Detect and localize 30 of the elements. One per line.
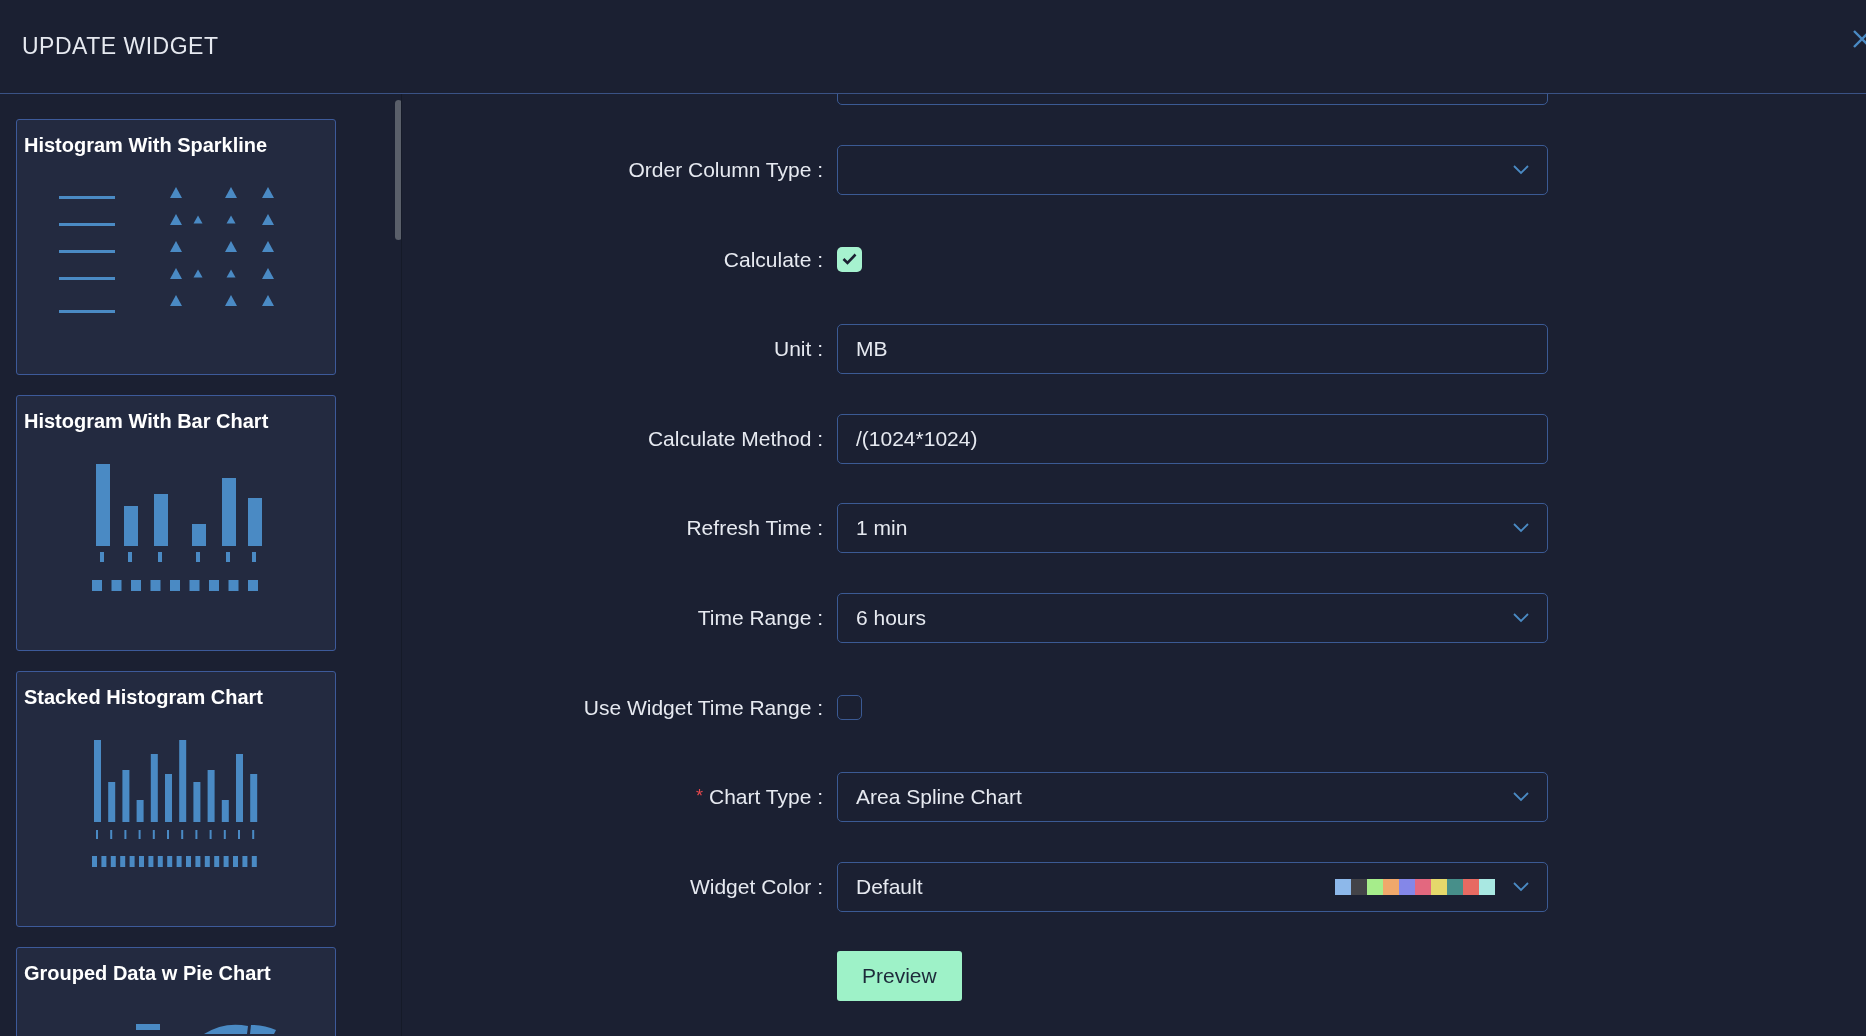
- field-label: Chart Type :: [709, 784, 823, 811]
- field-label: Calculate Method :: [647, 425, 823, 452]
- card-title: Grouped Data w Pie Chart: [24, 961, 271, 986]
- card-title: Histogram With Sparkline: [24, 133, 268, 158]
- select-value: 6 hours: [856, 605, 927, 631]
- color-select-field[interactable]: Default: [837, 861, 1548, 912]
- select-value: Default: [856, 873, 923, 900]
- field-label: Refresh Time :: [686, 515, 823, 542]
- card-title: Stacked Histogram Chart: [24, 685, 263, 710]
- select-field[interactable]: Area Spline Chart: [837, 771, 1548, 822]
- field-label: Order Column Type :: [628, 157, 823, 184]
- field-label: Use Widget Time Range :: [583, 694, 823, 721]
- field-label: Time Range :: [697, 605, 823, 631]
- select-field[interactable]: 6 hours: [837, 592, 1548, 643]
- widget-type-card[interactable]: Stacked Histogram Chart: [16, 671, 336, 927]
- widget-type-card[interactable]: Histogram With Bar Chart: [16, 395, 336, 651]
- input-field[interactable]: MB: [837, 324, 1548, 374]
- field-label: Unit :: [774, 336, 823, 363]
- card-title: Histogram With Bar Chart: [24, 409, 269, 434]
- required-mark: *: [695, 785, 703, 809]
- widget-type-card[interactable]: Histogram With Sparkline: [16, 119, 336, 375]
- select-field[interactable]: 1 min: [837, 503, 1548, 554]
- select-value: Area Spline Chart: [856, 784, 1022, 811]
- field-label: Widget Color :: [689, 873, 823, 900]
- widget-type-card[interactable]: Grouped Data w Pie Chart: [16, 947, 336, 1036]
- input-field[interactable]: /(1024*1024): [837, 413, 1548, 464]
- select-value: 1 min: [856, 515, 908, 542]
- field-label: Calculate :: [723, 246, 823, 273]
- preview-button[interactable]: Preview: [837, 951, 962, 1002]
- dialog-title: UPDATE WIDGET: [22, 32, 219, 62]
